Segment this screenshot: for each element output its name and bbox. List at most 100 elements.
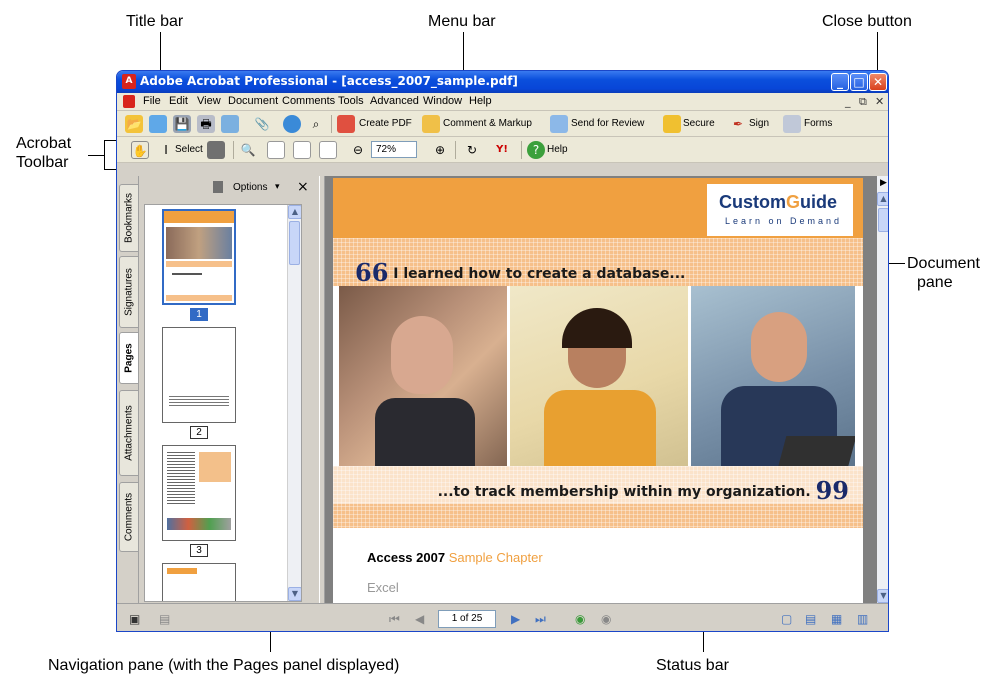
scroll-up-button[interactable]: ▲: [288, 205, 301, 219]
acrobat-app-icon[interactable]: A: [122, 74, 136, 89]
page-thumbnail-1[interactable]: [162, 209, 236, 305]
zoom-out-icon[interactable]: ⊖: [349, 141, 367, 159]
menu-edit[interactable]: Edit: [169, 95, 188, 107]
logo-brand-c: uide: [800, 192, 838, 212]
zoom-in-icon[interactable]: 🔍: [239, 141, 257, 159]
navigation-tabs: Bookmarks Signatures Pages Attachments C…: [117, 176, 139, 603]
page-number-3[interactable]: 3: [190, 544, 208, 557]
page-thumbnail-3[interactable]: [162, 445, 236, 541]
tab-attachments[interactable]: Attachments: [119, 390, 138, 476]
options-dropdown-icon[interactable]: ▾: [275, 182, 280, 192]
next-view-icon[interactable]: ◉: [601, 612, 611, 626]
single-page-icon[interactable]: ▢: [781, 612, 792, 626]
actual-size-icon[interactable]: [267, 141, 285, 159]
hand-tool-icon[interactable]: ✋: [131, 141, 149, 159]
scroll-thumb[interactable]: [289, 221, 300, 265]
pdf-page[interactable]: CustomGuide Learn on Demand 66 I learned…: [333, 178, 863, 603]
title-bar[interactable]: A Adobe Acrobat Professional - [access_2…: [117, 71, 888, 93]
minimize-button[interactable]: _: [831, 73, 849, 91]
attach-icon[interactable]: 📎: [253, 115, 271, 133]
doc-restore-button[interactable]: ⧉: [859, 95, 867, 109]
menu-advanced[interactable]: Advanced: [370, 95, 419, 107]
menu-file[interactable]: File: [143, 95, 161, 107]
forms-button[interactable]: Forms: [804, 118, 832, 129]
panel-arrow-icon[interactable]: ▶: [877, 176, 888, 190]
zoom-in-plus-icon[interactable]: ⊕: [431, 141, 449, 159]
previous-view-icon[interactable]: ◉: [575, 612, 585, 626]
tab-bookmarks[interactable]: Bookmarks: [119, 184, 138, 252]
comment-markup-button[interactable]: Comment & Markup: [443, 118, 532, 129]
page-thumbnail-2[interactable]: [162, 327, 236, 423]
menu-view[interactable]: View: [197, 95, 221, 107]
zoom-level-field[interactable]: 72%: [371, 141, 417, 158]
first-page-icon[interactable]: ⏮: [389, 612, 400, 627]
fit-width-icon[interactable]: [319, 141, 337, 159]
page-thumbnail-list: 1 2 3 ▲ ▼: [144, 204, 302, 602]
save-icon[interactable]: 💾: [173, 115, 191, 133]
page-thumbnail-4[interactable]: [162, 563, 236, 601]
last-page-icon[interactable]: ⏭: [535, 612, 546, 627]
previous-page-icon[interactable]: ◀: [415, 612, 424, 626]
menu-help[interactable]: Help: [469, 95, 492, 107]
scroll-down-button[interactable]: ▼: [288, 587, 301, 601]
lock-icon[interactable]: [663, 115, 681, 133]
tab-attachments-label: Attachments: [123, 405, 135, 461]
doc-scroll-thumb[interactable]: [878, 208, 888, 232]
rotate-view-icon[interactable]: ↻: [463, 141, 481, 159]
forms-icon[interactable]: [783, 115, 801, 133]
doc-scroll-up-button[interactable]: ▲: [877, 192, 888, 206]
create-pdf-icon[interactable]: [337, 115, 355, 133]
snapshot-icon[interactable]: [207, 141, 225, 159]
options-menu[interactable]: Options: [233, 182, 267, 193]
menu-tools[interactable]: Tools: [338, 95, 364, 107]
document-icon[interactable]: [123, 95, 135, 108]
doc-scroll-down-button[interactable]: ▼: [877, 589, 888, 603]
send-for-review-button[interactable]: Send for Review: [571, 118, 644, 129]
show-hide-navigation-icon[interactable]: ▣: [129, 612, 140, 626]
menu-comments[interactable]: Comments: [282, 95, 335, 107]
continuous-icon[interactable]: ▤: [805, 612, 816, 626]
help-icon[interactable]: ?: [527, 141, 545, 159]
page-options-icon[interactable]: ▤: [159, 612, 170, 626]
find-icon[interactable]: ⌕: [307, 115, 325, 133]
doc-close-button[interactable]: ✕: [875, 95, 884, 108]
secure-button[interactable]: Secure: [683, 118, 715, 129]
menu-document[interactable]: Document: [228, 95, 278, 107]
thumbnail-scrollbar[interactable]: ▲ ▼: [287, 205, 301, 601]
print-icon[interactable]: 🖶: [197, 115, 215, 133]
organizer-icon[interactable]: [149, 115, 167, 133]
help-button[interactable]: Help: [547, 144, 568, 155]
customguide-logo: CustomGuide Learn on Demand: [707, 184, 853, 236]
select-button[interactable]: Select: [175, 144, 203, 155]
page-number-1[interactable]: 1: [190, 308, 208, 321]
doc-minimize-button[interactable]: _: [845, 95, 851, 108]
page-banner: CustomGuide Learn on Demand: [333, 178, 863, 238]
fit-page-icon[interactable]: [293, 141, 311, 159]
close-button[interactable]: ✕: [869, 73, 887, 91]
sign-button[interactable]: Sign: [749, 118, 769, 129]
menu-window[interactable]: Window: [423, 95, 462, 107]
tab-signatures[interactable]: Signatures: [119, 256, 138, 328]
tab-comments[interactable]: Comments: [119, 482, 138, 552]
next-page-icon[interactable]: ▶: [511, 612, 520, 626]
close-panel-button[interactable]: ×: [297, 179, 309, 195]
page-number-field[interactable]: 1 of 25: [438, 610, 496, 628]
email-icon[interactable]: [221, 115, 239, 133]
select-tool-icon[interactable]: I: [157, 141, 175, 159]
pen-icon[interactable]: ✒: [729, 115, 747, 133]
create-pdf-button[interactable]: Create PDF: [359, 118, 412, 129]
tab-pages[interactable]: Pages: [119, 332, 138, 384]
trash-icon[interactable]: [213, 181, 223, 193]
page-number-2[interactable]: 2: [190, 426, 208, 439]
continuous-facing-icon[interactable]: ▦: [831, 612, 842, 626]
send-review-icon[interactable]: [550, 115, 568, 133]
maximize-button[interactable]: □: [850, 73, 868, 91]
comment-markup-icon[interactable]: [422, 115, 440, 133]
quote-opening-text: I learned how to create a database...: [393, 266, 686, 282]
facing-icon[interactable]: ▥: [857, 612, 868, 626]
yahoo-icon[interactable]: Y!: [493, 141, 511, 159]
web-search-icon[interactable]: [283, 115, 301, 133]
document-scrollbar[interactable]: ▶ ▲ ▼: [877, 176, 888, 603]
open-folder-icon[interactable]: 📂: [125, 115, 143, 133]
thumb-text-col: [167, 452, 195, 506]
